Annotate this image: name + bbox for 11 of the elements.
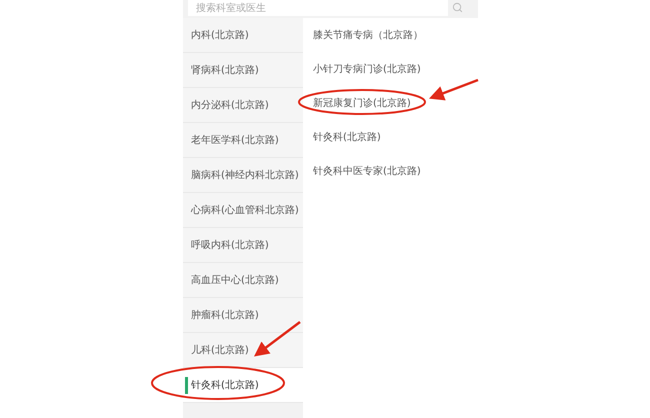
annotation-arrow — [429, 78, 478, 100]
search-icon — [452, 2, 463, 13]
clinic-item[interactable]: 针灸科中医专家(北京路) — [303, 154, 478, 188]
clinic-item[interactable]: 针灸科(北京路) — [303, 120, 478, 154]
selected-indicator — [185, 377, 188, 394]
annotation-arrow — [254, 321, 301, 356]
clinic-item[interactable]: 小针刀专病门诊(北京路) — [303, 52, 478, 86]
search-field[interactable]: 搜索科室或医生 — [188, 0, 448, 16]
clinic-item[interactable]: 新冠康复门诊(北京路) — [303, 86, 478, 120]
department-item[interactable]: 针灸科(北京路) — [183, 368, 303, 403]
clinic-item[interactable]: 膝关节痛专病（北京路） — [303, 18, 478, 52]
